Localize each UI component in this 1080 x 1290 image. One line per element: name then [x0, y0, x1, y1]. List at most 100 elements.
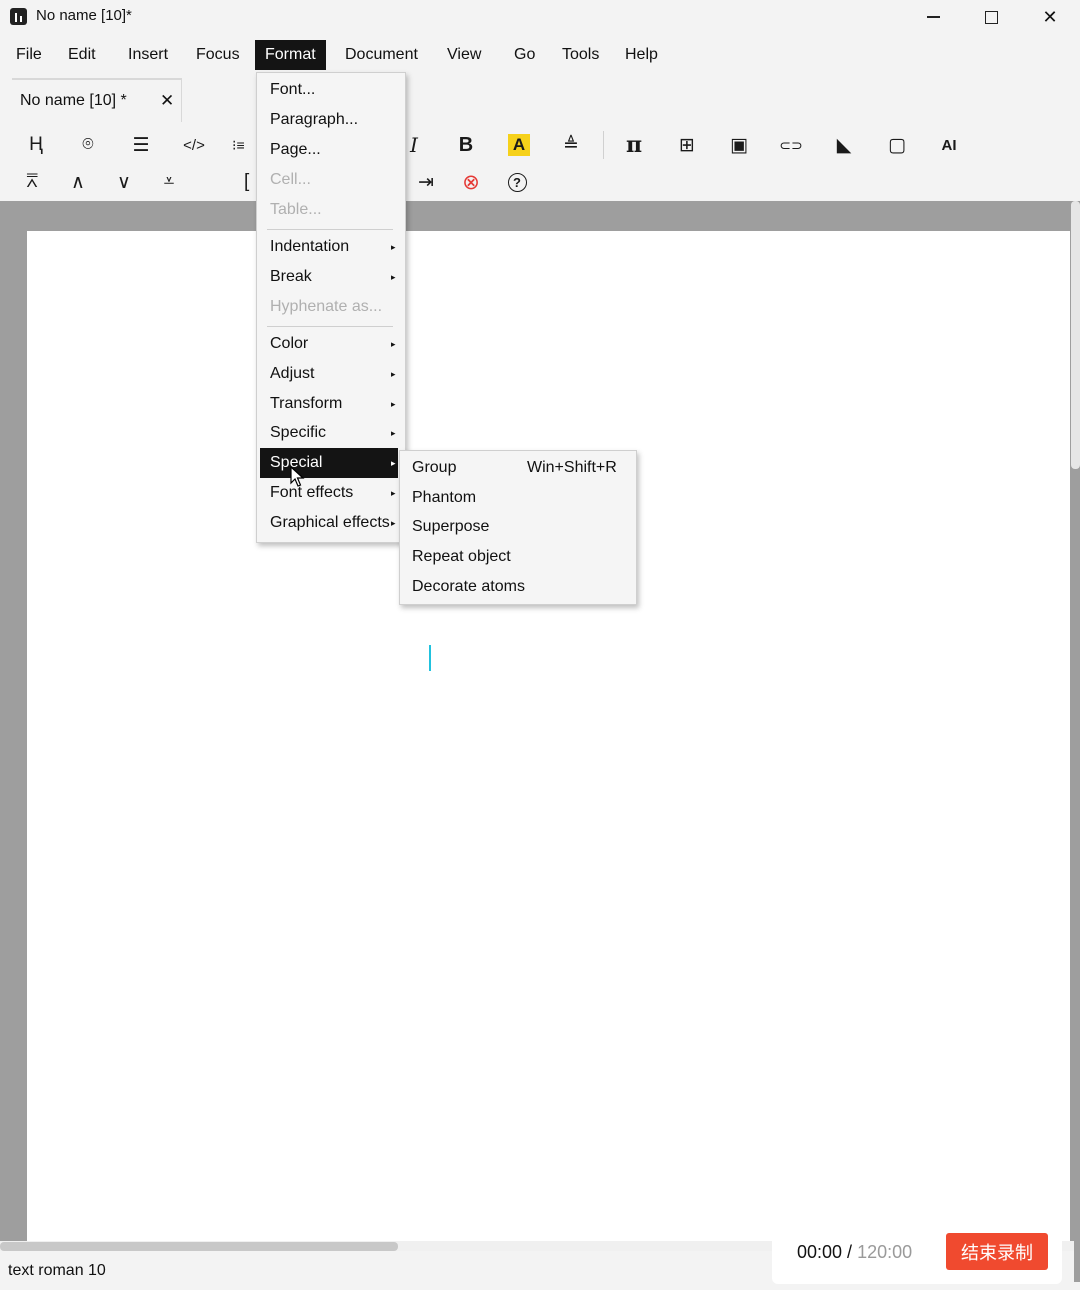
recording-total-time: 120:00: [857, 1242, 913, 1262]
first-icon[interactable]: ⩞: [18, 168, 46, 196]
format-menu-specific[interactable]: Specific ▸: [260, 418, 398, 448]
format-menu-page[interactable]: Page...: [260, 135, 398, 165]
location-icon[interactable]: ⌾: [74, 131, 102, 159]
menu-item-label: Paragraph...: [270, 111, 359, 128]
menu-separator: [267, 229, 393, 230]
menu-item-label: Font effects: [270, 484, 354, 501]
recording-current-time: 00:00: [797, 1242, 843, 1262]
submenu-arrow-icon: ▸: [391, 458, 396, 468]
submenu-arrow-icon: ▸: [391, 272, 396, 282]
horizontal-scrollbar[interactable]: [0, 1242, 398, 1251]
tab-bar: No name [10] * ✕: [0, 76, 1080, 124]
format-menu-adjust[interactable]: Adjust ▸: [260, 359, 398, 389]
help-icon-glyph: ?: [507, 172, 527, 192]
close-icon: ✕: [1042, 6, 1058, 27]
status-text: text roman 10: [8, 1262, 106, 1279]
title-bar: No name [10]* ✕: [0, 0, 1080, 34]
menu-item-shortcut: Win+Shift+R: [527, 459, 617, 476]
maximize-icon: [984, 10, 998, 24]
terminal-icon[interactable]: ▢: [883, 131, 911, 159]
submenu-arrow-icon: ▸: [391, 339, 396, 349]
menu-help[interactable]: Help: [615, 40, 668, 70]
special-menu-repeat-object[interactable]: Repeat object: [400, 542, 636, 572]
tab-close-icon[interactable]: ✕: [160, 91, 174, 111]
format-menu-color[interactable]: Color ▸: [260, 329, 398, 359]
format-menu-font[interactable]: Font...: [260, 75, 398, 105]
minimize-icon: [926, 16, 940, 18]
pi-icon[interactable]: π: [620, 131, 648, 159]
document-tab[interactable]: No name [10] * ✕: [12, 78, 182, 122]
special-menu-superpose[interactable]: Superpose: [400, 512, 636, 542]
close-button[interactable]: ✕: [1021, 0, 1079, 34]
document-canvas: [0, 201, 1080, 1251]
document-page[interactable]: [27, 231, 1070, 1251]
link-icon[interactable]: ⊂⊃: [777, 131, 805, 159]
special-menu-decorate-atoms[interactable]: Decorate atoms: [400, 572, 636, 602]
special-menu-phantom[interactable]: Phantom: [400, 483, 636, 513]
menu-item-label: Specific: [270, 424, 327, 441]
last-icon[interactable]: ⩡: [155, 168, 183, 196]
next-icon[interactable]: ∨: [110, 168, 138, 196]
menu-edit[interactable]: Edit: [58, 40, 106, 70]
menu-item-label: Hyphenate as...: [270, 298, 383, 315]
menu-tools[interactable]: Tools: [552, 40, 609, 70]
highlight-button[interactable]: A: [505, 131, 533, 159]
menu-item-label: Adjust: [270, 365, 315, 382]
special-menu-group[interactable]: Group Win+Shift+R: [400, 453, 636, 483]
submenu-arrow-icon: ▸: [391, 428, 396, 438]
menu-insert[interactable]: Insert: [118, 40, 178, 70]
menu-format[interactable]: Format: [255, 40, 326, 70]
list-icon[interactable]: ☰: [127, 131, 155, 159]
format-menu-indentation[interactable]: Indentation ▸: [260, 232, 398, 262]
header-icon[interactable]: Ⱨ: [22, 131, 50, 159]
menu-go[interactable]: Go: [504, 40, 545, 70]
format-menu-paragraph[interactable]: Paragraph...: [260, 105, 398, 135]
highlight-icon: A: [508, 134, 530, 156]
menu-item-label: Font...: [270, 81, 316, 98]
stamp-icon[interactable]: ≜: [557, 131, 585, 159]
format-menu-special[interactable]: Special ▸: [260, 448, 398, 478]
window-title: No name [10]*: [36, 7, 132, 24]
maximize-button[interactable]: [962, 0, 1020, 34]
menu-bar: File Edit Insert Focus Format Document V…: [0, 40, 1080, 70]
table-icon[interactable]: ⊞: [673, 131, 701, 159]
format-menu-cell: Cell...: [260, 165, 398, 195]
menu-item-label: Break: [270, 268, 312, 285]
menu-item-label: Page...: [270, 141, 321, 158]
menu-document[interactable]: Document: [335, 40, 428, 70]
code-icon[interactable]: </>: [180, 131, 208, 159]
format-menu-hyphenate: Hyphenate as...: [260, 292, 398, 322]
menu-view[interactable]: View: [437, 40, 491, 70]
menu-focus[interactable]: Focus: [186, 40, 250, 70]
submenu-arrow-icon: ▸: [391, 518, 396, 528]
format-menu-table: Table...: [260, 195, 398, 225]
menu-item-label: Table...: [270, 201, 322, 218]
menu-item-label: Phantom: [412, 489, 477, 506]
format-menu-break[interactable]: Break ▸: [260, 262, 398, 292]
eraser-icon[interactable]: ◣: [830, 131, 858, 159]
recording-separator: /: [842, 1242, 858, 1262]
export-icon[interactable]: ⇥: [412, 168, 440, 196]
menu-item-label: Repeat object: [412, 548, 511, 565]
menu-item-label: Transform: [270, 395, 343, 412]
format-menu-font-effects[interactable]: Font effects ▸: [260, 478, 398, 508]
recording-timer: 00:00 / 120:00: [797, 1242, 912, 1263]
stop-icon[interactable]: ⊗: [457, 168, 485, 196]
ai-icon[interactable]: AI: [935, 131, 963, 159]
recording-widget: 00:00 / 120:00 结束录制: [772, 1224, 1062, 1284]
stop-recording-button[interactable]: 结束录制: [946, 1233, 1048, 1270]
previous-icon[interactable]: ∧: [64, 168, 92, 196]
vertical-scrollbar[interactable]: [1071, 201, 1080, 469]
bold-icon[interactable]: B: [452, 131, 480, 159]
minimize-button[interactable]: [904, 0, 962, 34]
text-cursor: [429, 645, 431, 671]
submenu-arrow-icon: ▸: [391, 369, 396, 379]
image-icon[interactable]: ▣: [725, 131, 753, 159]
submenu-arrow-icon: ▸: [391, 399, 396, 409]
format-menu-graphical-effects[interactable]: Graphical effects ▸: [260, 508, 398, 538]
help-icon[interactable]: ?: [503, 168, 531, 196]
menu-file[interactable]: File: [6, 40, 52, 70]
menu-item-label: Color: [270, 335, 309, 352]
menu-separator: [267, 326, 393, 327]
format-menu-transform[interactable]: Transform ▸: [260, 389, 398, 419]
